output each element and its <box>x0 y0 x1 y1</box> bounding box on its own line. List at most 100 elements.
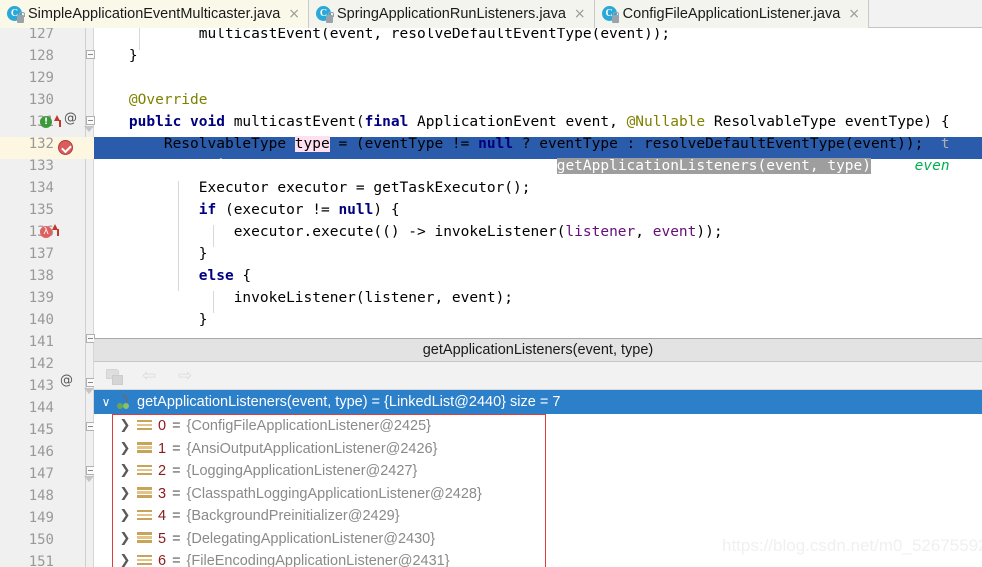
code-text: } <box>94 48 138 64</box>
expr-text-1: = (eventType != <box>329 136 479 152</box>
close-icon[interactable]: × <box>848 7 860 21</box>
keyword-void: void <box>190 114 225 130</box>
object-value-icon <box>137 509 152 523</box>
code-line-128[interactable]: } <box>94 45 138 67</box>
java-class-icon: C <box>7 6 25 23</box>
fold-end-icon <box>84 126 94 132</box>
chevron-right-icon[interactable]: ❯ <box>119 483 131 506</box>
chevron-down-icon[interactable]: ∨ <box>100 390 112 414</box>
forward-arrow-icon[interactable]: ⇨ <box>178 367 196 385</box>
line-number: 128 <box>28 48 54 64</box>
list-item[interactable]: ❯ 2 = {LoggingApplicationListener@2427} <box>113 460 545 483</box>
tab-configfileapplicationlistener[interactable]: C ConfigFileApplicationListener.java × <box>594 0 870 28</box>
line-number: 139 <box>28 290 54 306</box>
chevron-right-icon[interactable]: ❯ <box>119 528 131 551</box>
code-line-132[interactable]: ResolvableType type = (eventType != null… <box>94 133 950 155</box>
entry-value: {AnsiOutputApplicationListener@2426} <box>186 440 438 457</box>
code-line-131[interactable]: public void multicastEvent(final Applica… <box>94 111 950 133</box>
line-number: 127 <box>28 28 54 42</box>
list-item[interactable]: ❯ 0 = {ConfigFileApplicationListener@242… <box>113 415 545 438</box>
object-value-icon <box>137 532 152 545</box>
close-icon[interactable]: × <box>574 7 586 21</box>
entry-eq: = <box>172 440 181 457</box>
chevron-right-icon[interactable]: ❯ <box>119 438 131 461</box>
entry-index: 0 <box>158 418 167 434</box>
annotation-nullable: @Nullable <box>626 114 706 130</box>
lambda-text-2: , <box>635 224 653 240</box>
lambda-icon[interactable]: λ <box>40 226 52 238</box>
evaluation-root-row[interactable]: ∨ getApplicationListeners(event, type) =… <box>94 390 982 414</box>
line-number: 141 <box>28 334 54 350</box>
code-line-134[interactable]: Executor executor = getTaskExecutor(); <box>94 177 531 199</box>
entry-eq: = <box>172 418 181 434</box>
keyword-null: null <box>478 136 514 152</box>
evaluated-expression-selection[interactable]: getApplicationListeners(event, type) <box>556 158 871 174</box>
code-line-138[interactable]: else { <box>94 265 251 287</box>
code-line-140[interactable]: } <box>94 309 208 331</box>
object-value-icon <box>137 419 152 433</box>
code-text: multicastEvent(event, resolveDefaultEven… <box>94 28 671 42</box>
method-name: multicastEvent( <box>233 114 365 130</box>
keyword-public: public <box>128 114 182 130</box>
params-1: ApplicationEvent event, <box>408 114 627 130</box>
chevron-right-icon[interactable]: ❯ <box>119 460 131 483</box>
line-number: 148 <box>28 488 54 504</box>
list-item[interactable]: ❯ 4 = {BackgroundPreinitializer@2429} <box>113 505 545 528</box>
tab-springapplicationrunlisteners[interactable]: C SpringApplicationRunListeners.java × <box>309 0 595 28</box>
code-line-135[interactable]: if (executor != null) { <box>94 199 400 221</box>
method-up-arrow-icon[interactable] <box>52 224 59 236</box>
breakpoint-icon[interactable] <box>58 140 73 155</box>
entry-value: {ConfigFileApplicationListener@2425} <box>186 418 432 434</box>
close-icon[interactable]: × <box>288 7 300 21</box>
keyword-final: final <box>364 114 409 130</box>
line-number: 150 <box>28 532 54 548</box>
ide-window: C SimpleApplicationEventMulticaster.java… <box>0 0 982 567</box>
line-number: 145 <box>28 422 54 438</box>
entry-index: 3 <box>158 485 167 502</box>
lambda-text-3: )); <box>696 224 723 240</box>
back-arrow-icon[interactable]: ⇦ <box>142 367 160 385</box>
popup-title-text: getApplicationListeners(event, type) <box>422 342 654 358</box>
code-line-136[interactable]: executor.execute(() -> invokeListener(li… <box>94 221 723 243</box>
cond-text-2: ) { <box>373 202 400 218</box>
line-number: 138 <box>28 268 54 284</box>
line-number: 146 <box>28 444 54 460</box>
line-number: 144 <box>28 400 54 416</box>
list-item[interactable]: ❯ 1 = {AnsiOutputApplicationListener@242… <box>113 438 545 461</box>
code-line-130[interactable]: @Override <box>94 89 208 111</box>
at-annotation-icon[interactable]: @ <box>60 373 73 388</box>
at-annotation-icon[interactable]: @ <box>64 111 77 126</box>
line-number: 134 <box>28 180 54 196</box>
frames-icon[interactable] <box>106 367 124 385</box>
entry-eq: = <box>172 530 181 547</box>
code-editor[interactable]: 127 128 129 130 131 132 133 134 135 136 … <box>0 28 982 567</box>
fold-end-icon <box>84 476 94 482</box>
watch-value-icon <box>117 394 132 410</box>
inline-hint: t <box>923 136 950 152</box>
keyword-final: final <box>207 158 252 174</box>
method-up-arrow-icon[interactable] <box>54 115 61 127</box>
entry-eq: = <box>172 485 181 502</box>
params-2: ResolvableType eventType) { <box>705 114 950 130</box>
line-number: 142 <box>28 356 54 372</box>
popup-toolbar: ⇦ ⇨ <box>94 362 982 390</box>
entry-value: {ClasspathLoggingApplicationListener@242… <box>186 485 482 502</box>
tab-simpleapplicationeventmulticaster[interactable]: C SimpleApplicationEventMulticaster.java… <box>0 0 309 28</box>
code-line-137[interactable]: } <box>94 243 208 265</box>
keyword-for: for <box>163 158 191 174</box>
list-item[interactable]: ❯ 5 = {DelegatingApplicationListener@243… <box>113 528 545 551</box>
code-line-139[interactable]: invokeListener(listener, event); <box>94 287 513 309</box>
override-implementing-icon[interactable]: ! <box>40 116 52 128</box>
chevron-right-icon[interactable]: ❯ <box>119 505 131 528</box>
tab-label: SpringApplicationRunListeners.java <box>337 6 566 22</box>
object-value-icon <box>137 442 152 455</box>
code-line-133[interactable]: for (final ApplicationListener<?> listen… <box>94 155 950 177</box>
list-item[interactable]: ❯ 6 = {FileEncodingApplicationListener@2… <box>113 550 545 567</box>
chevron-right-icon[interactable]: ❯ <box>119 415 131 438</box>
else-text: { <box>233 268 252 284</box>
list-item[interactable]: ❯ 3 = {ClasspathLoggingApplicationListen… <box>113 483 545 506</box>
line-number: 143 <box>28 378 54 394</box>
evaluation-result-list[interactable]: ∨ getApplicationListeners(event, type) =… <box>94 390 982 567</box>
chevron-right-icon[interactable]: ❯ <box>119 550 131 567</box>
code-line-127[interactable]: multicastEvent(event, resolveDefaultEven… <box>94 28 670 45</box>
